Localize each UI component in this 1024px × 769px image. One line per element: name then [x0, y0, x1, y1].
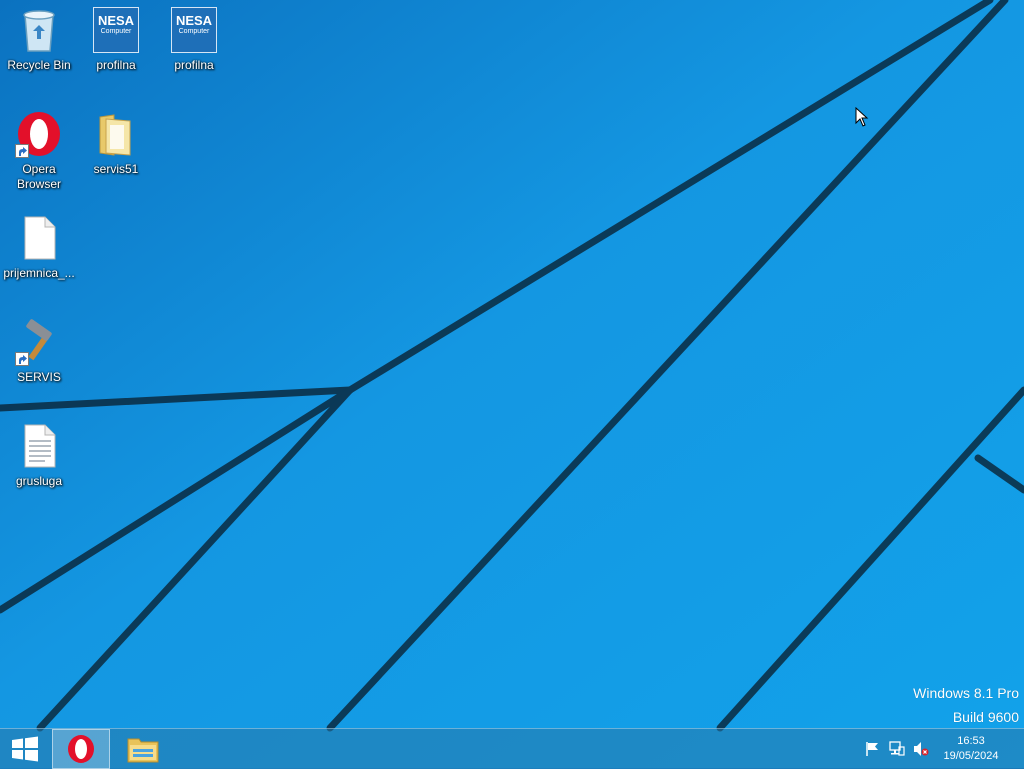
taskbar-app-file-explorer[interactable] [114, 729, 172, 769]
desktop-icon-label: grusluga [15, 474, 63, 488]
network-icon[interactable] [889, 741, 905, 757]
desktop-icon-label: SERVIS [17, 370, 61, 384]
desktop-icon-label: profilna [174, 58, 214, 72]
opera-icon [15, 110, 63, 158]
desktop-icon-prijemnica[interactable]: prijemnica_... [1, 214, 77, 281]
windows-build-watermark: Build 9600 [952, 709, 1019, 725]
action-center-flag-icon[interactable] [865, 741, 881, 757]
shortcut-arrow-icon [15, 352, 29, 366]
nesa-computer-icon: NESA Computer [170, 6, 218, 54]
desktop-icon-opera-browser[interactable]: Opera Browser [1, 110, 77, 192]
taskbar-app-opera[interactable] [52, 729, 110, 769]
desktop-icon-label: Recycle Bin [7, 58, 71, 72]
desktop-icon-servis51[interactable]: servis51 [78, 110, 154, 177]
desktop-icon-label: profilna [96, 58, 136, 72]
desktop-icon-profilna-2[interactable]: NESA Computer profilna [156, 6, 232, 73]
file-icon [15, 214, 63, 262]
desktop-icon-profilna-1[interactable]: NESA Computer profilna [78, 6, 154, 73]
hammer-icon [15, 318, 63, 366]
start-button[interactable] [0, 729, 50, 769]
taskbar-clock[interactable]: 16:53 19/05/2024 [936, 734, 1006, 764]
desktop-icon-label: prijemnica_... [3, 266, 75, 280]
desktop-icon-grusluga[interactable]: grusluga [1, 422, 77, 489]
text-file-icon [15, 422, 63, 470]
clock-date: 19/05/2024 [943, 750, 999, 762]
shortcut-arrow-icon [15, 144, 29, 158]
windows-logo-icon [12, 736, 38, 762]
taskbar: 16:53 19/05/2024 [0, 728, 1024, 769]
mouse-cursor-icon [855, 106, 869, 132]
desktop-icon-servis[interactable]: SERVIS [1, 318, 77, 385]
nesa-computer-icon: NESA Computer [92, 6, 140, 54]
clock-time: 16:53 [957, 735, 985, 747]
desktop-icon-label: servis51 [93, 162, 139, 176]
file-explorer-icon [127, 738, 159, 763]
recycle-bin-icon [15, 6, 63, 54]
desktop-icon-label: Opera Browser [16, 162, 61, 191]
windows-version-watermark: Windows 8.1 Pro [913, 685, 1019, 701]
desktop-icon-recycle-bin[interactable]: Recycle Bin [1, 6, 77, 73]
opera-icon [68, 735, 94, 763]
folder-icon [92, 110, 140, 158]
volume-muted-icon[interactable] [913, 741, 929, 757]
